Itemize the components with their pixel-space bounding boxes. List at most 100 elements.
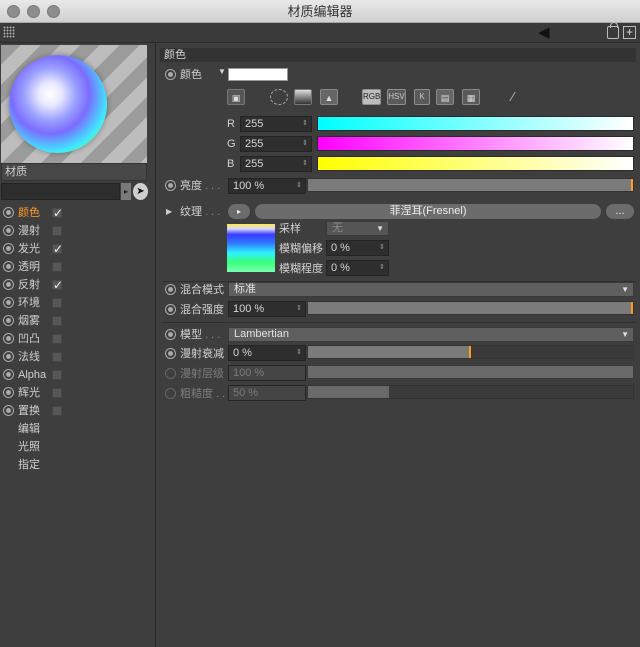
- channel-radio-icon[interactable]: [3, 261, 14, 272]
- channel-radio-icon[interactable]: [3, 387, 14, 398]
- diffuse-level-slider[interactable]: [307, 365, 634, 379]
- channel-checkbox[interactable]: [52, 352, 62, 362]
- channel-item-reflectance[interactable]: 反射: [0, 276, 156, 294]
- brightness-slider[interactable]: [307, 178, 634, 192]
- channel-radio-icon[interactable]: [3, 279, 14, 290]
- mode-kelvin-button[interactable]: K: [414, 89, 430, 105]
- diffuse-level-animate-radio[interactable]: [165, 368, 176, 379]
- material-name-input[interactable]: [1, 183, 120, 200]
- brightness-slider-handle[interactable]: [631, 179, 633, 191]
- stepper-icon[interactable]: ⇕: [379, 261, 385, 275]
- mix-mode-animate-radio[interactable]: [165, 284, 176, 295]
- texture-options-button[interactable]: ...: [606, 204, 634, 219]
- channel-item-color[interactable]: 颜色: [0, 204, 156, 222]
- new-panel-icon[interactable]: +: [623, 26, 636, 39]
- model-dropdown[interactable]: Lambertian ▼: [228, 327, 634, 342]
- minimize-window-button[interactable]: [27, 5, 40, 18]
- mode-rgb-button[interactable]: RGB: [362, 89, 381, 105]
- stepper-icon[interactable]: ⇕: [296, 302, 302, 316]
- channel-item-environment[interactable]: 环境: [0, 294, 156, 312]
- panel-grip-icon[interactable]: [3, 26, 15, 38]
- r-slider[interactable]: [317, 116, 634, 131]
- channel-radio-icon[interactable]: [3, 207, 14, 218]
- roughness-input[interactable]: 50 %: [228, 385, 306, 401]
- g-input[interactable]: 255 ⇕: [240, 136, 312, 152]
- channel-item-luminance[interactable]: 发光: [0, 240, 156, 258]
- close-window-button[interactable]: [7, 5, 20, 18]
- channel-checkbox[interactable]: [52, 370, 62, 380]
- color-animate-radio[interactable]: [165, 69, 176, 80]
- channel-item-diffusion[interactable]: 漫射: [0, 222, 156, 240]
- b-slider[interactable]: [317, 156, 634, 171]
- diffuse-falloff-slider-handle[interactable]: [468, 346, 471, 358]
- channel-radio-icon[interactable]: [3, 225, 14, 236]
- spectrum-icon[interactable]: [294, 89, 312, 105]
- channel-item-alpha[interactable]: Alpha: [0, 366, 156, 384]
- stepper-icon[interactable]: ⇕: [302, 157, 308, 171]
- sampling-dropdown[interactable]: 无 ▼: [326, 221, 389, 236]
- image-picker-icon[interactable]: ▲: [320, 89, 338, 105]
- stepper-icon[interactable]: ⇕: [302, 137, 308, 151]
- stepper-icon[interactable]: ⇕: [379, 241, 385, 255]
- blur-scale-input[interactable]: 0 % ⇕: [326, 260, 389, 276]
- r-input[interactable]: 255 ⇕: [240, 116, 312, 132]
- brightness-input[interactable]: 100 % ⇕: [228, 178, 306, 194]
- lock-icon[interactable]: [607, 22, 619, 39]
- sidebar-item-assignment[interactable]: 指定: [0, 456, 156, 474]
- mix-strength-slider-handle[interactable]: [631, 302, 633, 314]
- channel-radio-icon[interactable]: [3, 315, 14, 326]
- stepper-icon[interactable]: ⇕: [296, 346, 302, 360]
- channel-radio-icon[interactable]: [3, 351, 14, 362]
- channel-radio-icon[interactable]: [3, 243, 14, 254]
- back-arrow-icon[interactable]: ◀: [538, 25, 550, 40]
- texture-expand-icon[interactable]: ▶: [166, 205, 172, 219]
- channel-checkbox[interactable]: [52, 226, 62, 236]
- channel-item-normal[interactable]: 法线: [0, 348, 156, 366]
- texture-preview-thumbnail[interactable]: [227, 224, 275, 272]
- channel-checkbox[interactable]: [52, 388, 62, 398]
- brightness-animate-radio[interactable]: [165, 180, 176, 191]
- channel-checkbox[interactable]: [52, 334, 62, 344]
- material-preview[interactable]: [1, 45, 147, 163]
- color-picker-icon[interactable]: ▣: [227, 89, 245, 105]
- channel-checkbox[interactable]: [52, 276, 63, 294]
- color-mixer-icon[interactable]: ▤: [436, 89, 454, 105]
- color-swatch[interactable]: [228, 68, 288, 81]
- mix-strength-input[interactable]: 100 % ⇕: [228, 301, 306, 317]
- roughness-slider[interactable]: [307, 385, 634, 399]
- channel-radio-icon[interactable]: [3, 405, 14, 416]
- channel-item-fog[interactable]: 烟雾: [0, 312, 156, 330]
- channel-item-displacement[interactable]: 置换: [0, 402, 156, 420]
- sidebar-item-editor[interactable]: 编辑: [0, 420, 156, 438]
- swatches-icon[interactable]: ▦: [462, 89, 480, 105]
- channel-item-bump[interactable]: 凹凸: [0, 330, 156, 348]
- swatch-expand-icon[interactable]: ▼: [218, 67, 226, 76]
- channel-checkbox[interactable]: [52, 240, 63, 258]
- sidebar-item-illumination[interactable]: 光照: [0, 438, 156, 456]
- g-slider[interactable]: [317, 136, 634, 151]
- material-dropdown-arrow-icon[interactable]: ▸: [121, 183, 131, 200]
- texture-menu-button[interactable]: ▸: [228, 204, 250, 219]
- diffuse-falloff-animate-radio[interactable]: [165, 348, 176, 359]
- eyedropper-icon[interactable]: ⁄: [504, 89, 522, 105]
- diffuse-falloff-slider[interactable]: [307, 345, 634, 359]
- channel-checkbox[interactable]: [52, 204, 63, 222]
- mix-strength-animate-radio[interactable]: [165, 304, 176, 315]
- channel-radio-icon[interactable]: [3, 333, 14, 344]
- channel-checkbox[interactable]: [52, 406, 62, 416]
- diffuse-level-input[interactable]: 100 %: [228, 365, 306, 381]
- channel-item-transparency[interactable]: 透明: [0, 258, 156, 276]
- channel-item-glow[interactable]: 辉光: [0, 384, 156, 402]
- diffuse-falloff-input[interactable]: 0 % ⇕: [228, 345, 306, 361]
- channel-checkbox[interactable]: [52, 298, 62, 308]
- texture-shader-button[interactable]: 菲涅耳(Fresnel): [255, 204, 601, 219]
- b-input[interactable]: 255 ⇕: [240, 156, 312, 172]
- zoom-window-button[interactable]: [47, 5, 60, 18]
- blur-offset-input[interactable]: 0 % ⇕: [326, 240, 389, 256]
- mix-mode-dropdown[interactable]: 标准 ▼: [228, 282, 634, 297]
- model-animate-radio[interactable]: [165, 329, 176, 340]
- mode-hsv-button[interactable]: HSV: [387, 89, 406, 105]
- channel-checkbox[interactable]: [52, 316, 62, 326]
- color-wheel-icon[interactable]: [270, 89, 288, 105]
- channel-checkbox[interactable]: [52, 262, 62, 272]
